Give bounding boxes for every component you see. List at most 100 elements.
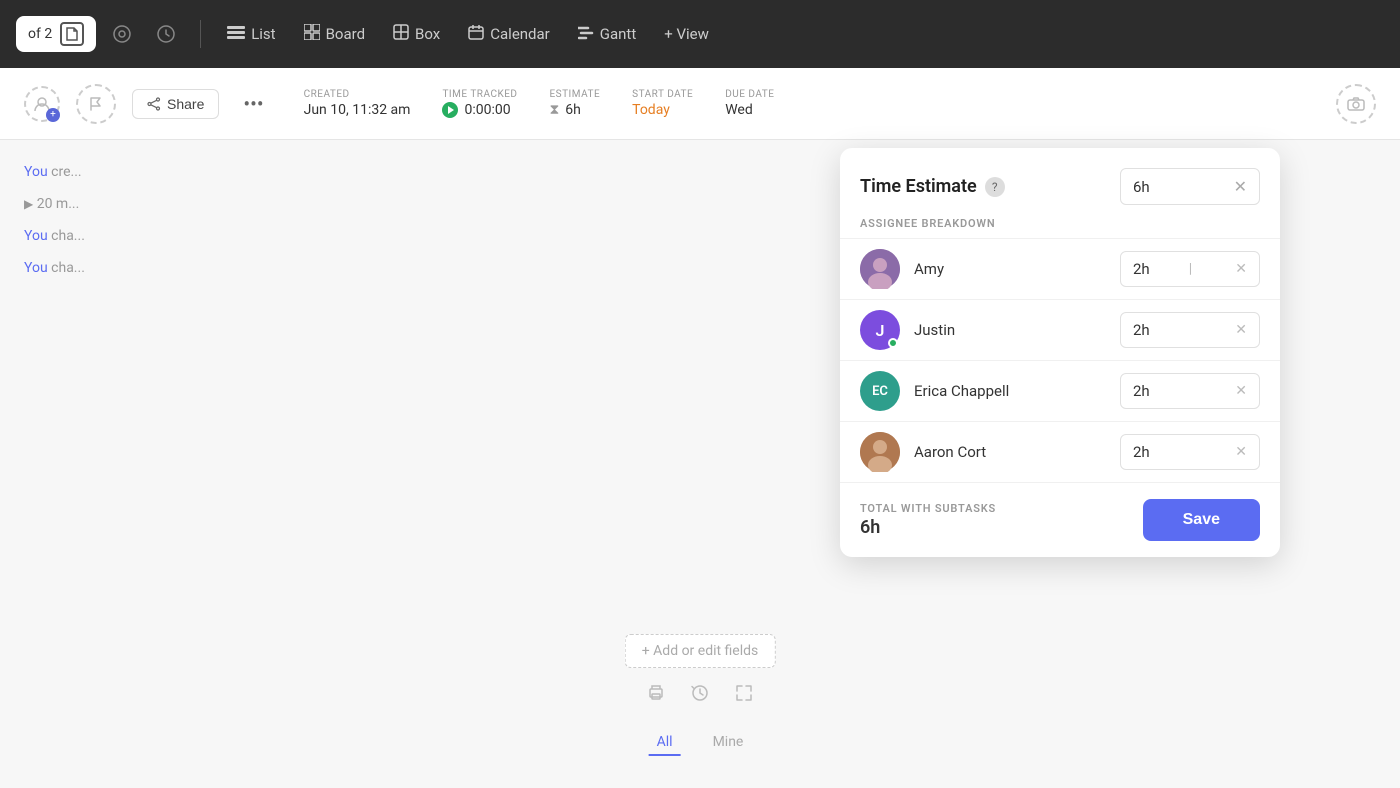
activity-expand-text: 20 m... — [37, 196, 80, 212]
view-gantt[interactable]: Gantt — [568, 19, 646, 50]
assignee-row-erica: EC Erica Chappell 2h ✕ — [840, 360, 1280, 421]
bottom-actions — [646, 683, 754, 708]
box-icon — [393, 24, 409, 44]
start-date-meta[interactable]: START DATE Today — [632, 89, 693, 118]
view-list[interactable]: List — [217, 19, 285, 50]
popup-header: Time Estimate ? 6h ✕ — [840, 148, 1280, 217]
assignee-avatar-button[interactable]: + — [24, 86, 60, 122]
total-section: TOTAL WITH SUBTASKS 6h — [860, 502, 996, 538]
view-board-label: Board — [326, 25, 365, 43]
estimate-meta[interactable]: ESTIMATE ⧗ 6h — [549, 89, 600, 118]
page-doc-icon — [60, 22, 84, 46]
board-icon — [304, 24, 320, 44]
popup-title: Time Estimate — [860, 176, 977, 197]
amy-time-input[interactable]: 2h | ✕ — [1120, 251, 1260, 287]
erica-time-value: 2h — [1133, 382, 1150, 400]
assignee-row-aaron: Aaron Cort 2h ✕ — [840, 421, 1280, 482]
created-value: Jun 10, 11:32 am — [304, 102, 411, 118]
assignee-breakdown-label: ASSIGNEE BREAKDOWN — [840, 217, 1280, 238]
history-icon[interactable] — [690, 683, 710, 708]
estimate-label: ESTIMATE — [549, 89, 600, 100]
add-view-label: + View — [664, 25, 709, 43]
add-assignee-badge: + — [46, 108, 60, 122]
share-button[interactable]: Share — [132, 89, 219, 119]
justin-time-input[interactable]: 2h ✕ — [1120, 312, 1260, 348]
expand-icon[interactable] — [734, 683, 754, 708]
add-view-button[interactable]: + View — [654, 19, 719, 49]
amy-name: Amy — [914, 260, 1120, 278]
view-calendar[interactable]: Calendar — [458, 18, 560, 50]
estimate-input-row: 6h ✕ — [1120, 168, 1260, 205]
amy-time-value: 2h — [1133, 260, 1150, 278]
flag-button[interactable] — [76, 84, 116, 124]
justin-online-dot — [888, 338, 898, 348]
add-fields-button[interactable]: + Add or edit fields — [625, 634, 776, 668]
print-icon[interactable] — [646, 683, 666, 708]
estimate-value: ⧗ 6h — [549, 102, 600, 118]
amy-x-button[interactable]: ✕ — [1235, 261, 1247, 277]
justin-time-value: 2h — [1133, 321, 1150, 339]
aaron-time-value: 2h — [1133, 443, 1150, 461]
view-list-label: List — [251, 25, 275, 43]
page-indicator-text: of 2 — [28, 26, 52, 42]
total-label: TOTAL WITH SUBTASKS — [860, 502, 996, 515]
activity-you-3: You — [24, 260, 48, 276]
time-tracked-meta: TIME TRACKED 0:00:00 — [442, 89, 517, 118]
time-tracked-label: TIME TRACKED — [442, 89, 517, 100]
created-meta: CREATED Jun 10, 11:32 am — [304, 89, 411, 118]
view-box-label: Box — [415, 25, 440, 43]
tab-all-label: All — [657, 734, 673, 750]
nav-divider — [200, 20, 201, 48]
aaron-name: Aaron Cort — [914, 443, 1120, 461]
view-board[interactable]: Board — [294, 18, 375, 50]
justin-name: Justin — [914, 321, 1120, 339]
popup-title-row: Time Estimate ? — [860, 176, 1005, 197]
aaron-time-input[interactable]: 2h ✕ — [1120, 434, 1260, 470]
hourglass-icon: ⧗ — [549, 102, 559, 118]
tab-mine[interactable]: Mine — [705, 730, 752, 756]
assignee-row-justin: J Justin 2h ✕ — [840, 299, 1280, 360]
created-label: CREATED — [304, 89, 411, 100]
due-date-label: DUE DATE — [725, 89, 774, 100]
save-button[interactable]: Save — [1143, 499, 1260, 541]
tab-row: All Mine — [649, 730, 752, 756]
nav-icon-2[interactable] — [148, 16, 184, 52]
erica-time-input[interactable]: 2h ✕ — [1120, 373, 1260, 409]
activity-text-1: cre... — [51, 164, 81, 180]
aaron-x-button[interactable]: ✕ — [1235, 444, 1247, 460]
help-icon[interactable]: ? — [985, 177, 1005, 197]
activity-you-1: You — [24, 164, 48, 180]
erica-name: Erica Chappell — [914, 382, 1120, 400]
estimate-clear-button[interactable]: ✕ — [1234, 177, 1247, 196]
top-navigation: of 2 List — [0, 0, 1400, 68]
erica-avatar: EC — [860, 371, 900, 411]
due-date-value: Wed — [725, 102, 774, 118]
start-date-label: START DATE — [632, 89, 693, 100]
share-label: Share — [167, 96, 204, 112]
camera-button[interactable] — [1336, 84, 1376, 124]
activity-you-2: You — [24, 228, 48, 244]
expand-arrow-icon: ▶ — [24, 197, 33, 211]
view-box[interactable]: Box — [383, 18, 450, 50]
page-indicator: of 2 — [16, 16, 96, 52]
erica-x-button[interactable]: ✕ — [1235, 383, 1247, 399]
toolbar-right — [1336, 84, 1376, 124]
justin-x-button[interactable]: ✕ — [1235, 322, 1247, 338]
more-options-button[interactable]: ••• — [235, 88, 271, 120]
due-date-meta[interactable]: DUE DATE Wed — [725, 89, 774, 118]
toolbar-meta: CREATED Jun 10, 11:32 am TIME TRACKED 0:… — [304, 89, 775, 118]
popup-footer: TOTAL WITH SUBTASKS 6h Save — [840, 482, 1280, 557]
amy-clear-button[interactable]: | — [1189, 261, 1192, 277]
estimate-text: 6h — [565, 102, 581, 118]
nav-icon-1[interactable] — [104, 16, 140, 52]
start-date-value: Today — [632, 102, 693, 118]
tab-all[interactable]: All — [649, 730, 681, 756]
toolbar: + Share ••• CREATED Jun 10, 11:32 am — [0, 68, 1400, 140]
time-tracked-value: 0:00:00 — [442, 102, 517, 118]
view-calendar-label: Calendar — [490, 25, 550, 43]
estimate-main-value: 6h — [1133, 178, 1150, 196]
view-gantt-label: Gantt — [600, 25, 636, 43]
main-area: + Share ••• CREATED Jun 10, 11:32 am — [0, 68, 1400, 788]
time-estimate-popup: Time Estimate ? 6h ✕ ASSIGNEE BREAKDOWN — [840, 148, 1280, 557]
estimate-main-input[interactable]: 6h ✕ — [1120, 168, 1260, 205]
